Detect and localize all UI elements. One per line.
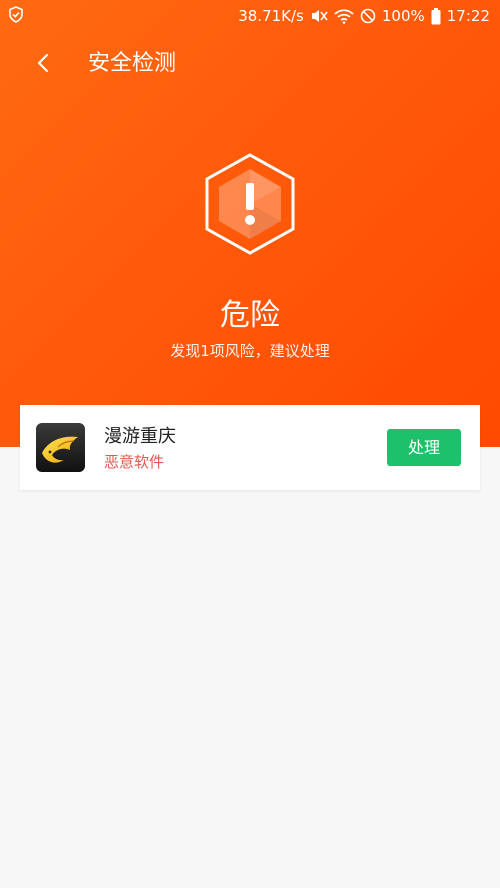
wifi-icon xyxy=(334,8,354,24)
result-title: 危险 xyxy=(220,298,280,333)
risk-app-card[interactable]: 漫游重庆 恶意软件 处理 xyxy=(20,405,480,490)
mute-icon xyxy=(310,8,328,24)
block-icon xyxy=(360,8,376,24)
back-button[interactable] xyxy=(26,48,60,82)
page-title: 安全检测 xyxy=(88,51,177,76)
battery-percent: 100% xyxy=(381,7,425,25)
app-icon xyxy=(36,423,85,472)
app-name: 漫游重庆 xyxy=(104,426,176,447)
screen: 38.71K/s 100% 17:22 安全检测 危险 发现1项风险，建议处理 … xyxy=(0,0,500,888)
status-bar: 38.71K/s 100% 17:22 xyxy=(0,0,500,32)
shield-icon xyxy=(8,6,24,27)
clock: 17:22 xyxy=(446,7,490,25)
warning-hexagon-icon xyxy=(203,152,297,256)
handle-button[interactable]: 处理 xyxy=(387,429,461,466)
result-subtitle: 发现1项风险，建议处理 xyxy=(170,342,330,360)
toolbar: 安全检测 xyxy=(0,40,500,88)
chevron-left-icon xyxy=(36,53,50,77)
risk-type-label: 恶意软件 xyxy=(104,453,165,471)
battery-icon xyxy=(431,7,441,25)
network-speed: 38.71K/s xyxy=(238,7,304,25)
